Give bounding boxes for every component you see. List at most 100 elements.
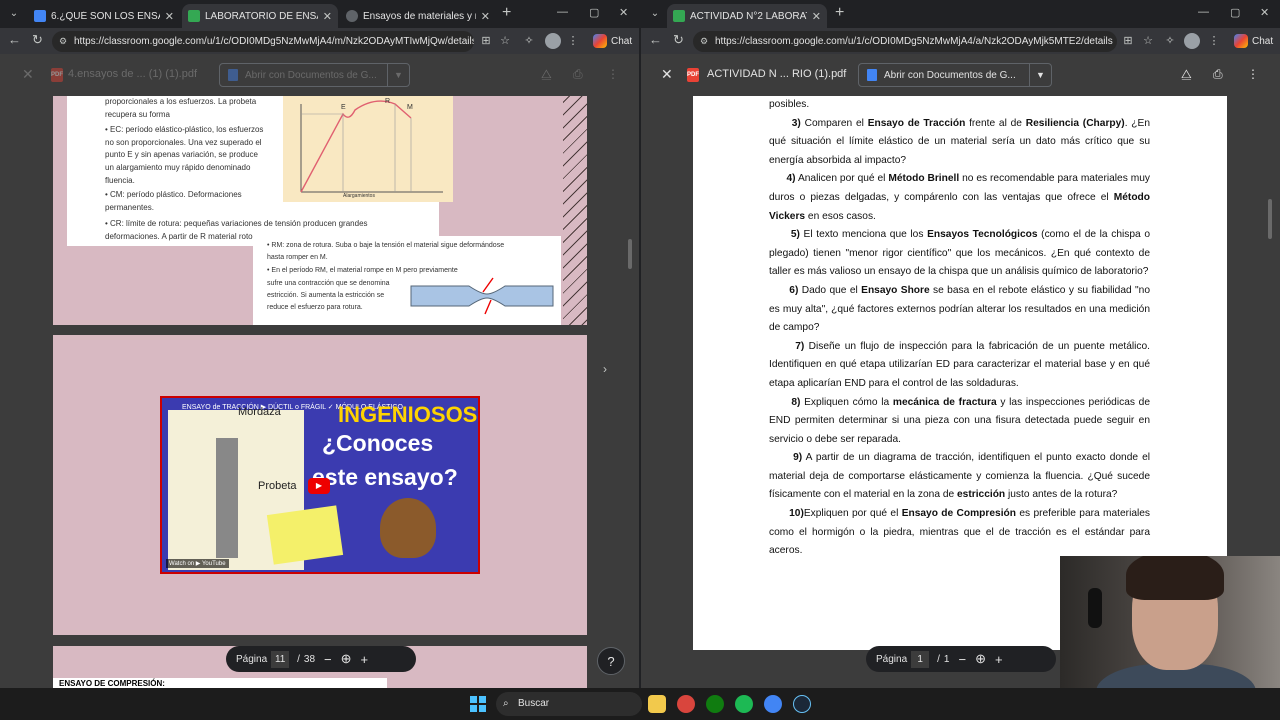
text-line: hasta romper en M. — [267, 254, 328, 262]
extensions-icon[interactable]: ✧ — [522, 34, 536, 48]
tab-strip: ⌄ ACTIVIDAD N°2 LABORATORIO DE ✕ + — ▢ ✕ — [641, 0, 1280, 28]
bookmark-star-icon[interactable]: ☆ — [1141, 34, 1155, 48]
steam-icon[interactable] — [793, 695, 811, 713]
file-explorer-icon[interactable] — [648, 695, 666, 713]
reload-icon[interactable]: ↻ — [32, 32, 43, 48]
text-line: fluencia. — [105, 175, 135, 185]
chat-label: Chat — [611, 35, 633, 47]
zoom-in-icon[interactable]: + — [995, 652, 1003, 667]
q-bold: Resiliencia (Charpy) — [1025, 117, 1125, 129]
zoom-out-icon[interactable]: − — [324, 652, 332, 667]
play-icon[interactable]: ▶ — [308, 478, 330, 494]
back-icon[interactable]: ← — [649, 32, 662, 47]
install-app-icon[interactable]: ⊞ — [479, 34, 493, 48]
text-line: no son proporcionales. Una vez superado … — [105, 137, 262, 147]
page-total: 38 — [303, 653, 316, 665]
viewer-toolbar: ✕ PDF ACTIVIDAD N ... RIO (1).pdf Abrir … — [641, 54, 1280, 96]
classroom-favicon-icon — [34, 10, 46, 22]
address-bar[interactable]: ⚙ https://classroom.google.com/u/1/c/ODI… — [52, 31, 474, 52]
tab-title: 6.¿QUÉ SON LOS ENSAYOS NO D — [51, 10, 160, 22]
tab-ensayos-no-destructivos[interactable]: 6.¿QUÉ SON LOS ENSAYOS NO D ✕ — [28, 4, 180, 28]
q-text: Dado que el — [801, 284, 862, 296]
gemini-chat-button[interactable]: Chat — [1234, 31, 1273, 51]
page-total: 1 — [943, 653, 950, 665]
open-with-docs-button[interactable]: Abrir con Documentos de G... ▼ — [219, 63, 410, 87]
tab-title: ACTIVIDAD N°2 LABORATORIO DE — [690, 10, 807, 22]
text-line: un alargamiento muy rápido denominado — [105, 162, 251, 172]
help-icon[interactable]: ? — [597, 647, 625, 675]
menu-kebab-icon[interactable]: ⋮ — [566, 34, 580, 48]
open-with-dropdown-icon[interactable]: ▼ — [1029, 64, 1051, 86]
drive-add-icon[interactable]: ⧋ — [541, 67, 552, 82]
maximize-icon[interactable]: ▢ — [1230, 6, 1240, 19]
new-tab-icon[interactable]: + — [835, 4, 844, 22]
more-options-icon[interactable]: ⋮ — [607, 67, 619, 81]
text-line: proporcionales a los esfuerzos. La probe… — [105, 97, 257, 106]
q-bold: Método Brinell — [888, 173, 960, 185]
minimize-icon[interactable]: — — [557, 6, 568, 18]
windows-start-icon[interactable] — [470, 696, 486, 712]
chevron-right-icon[interactable]: › — [603, 362, 617, 376]
spotify-icon[interactable] — [735, 695, 753, 713]
profile-avatar[interactable] — [1184, 33, 1200, 49]
zoom-in-icon[interactable]: + — [361, 652, 369, 667]
search-label: Buscar — [518, 698, 550, 709]
more-options-icon[interactable]: ⋮ — [1247, 67, 1259, 81]
q-text: Comparen el — [804, 117, 868, 129]
pdf-title: ACTIVIDAD N ... RIO (1).pdf — [707, 68, 847, 80]
gemini-chat-button[interactable]: Chat — [593, 31, 632, 51]
print-icon[interactable]: ⎙ — [1213, 67, 1223, 82]
print-icon[interactable]: ⎙ — [573, 67, 583, 82]
bookmark-star-icon[interactable]: ☆ — [498, 34, 512, 48]
tab-ensayos-materiales[interactable]: Ensayos de materiales y métodos ✕ — [340, 4, 496, 28]
pdf-file-icon: PDF — [687, 68, 699, 82]
open-with-docs-button[interactable]: Abrir con Documentos de G... ▼ — [858, 63, 1052, 87]
tab-actividad-laboratorio[interactable]: ACTIVIDAD N°2 LABORATORIO DE ✕ — [667, 4, 827, 28]
tab-close-icon[interactable]: ✕ — [481, 10, 490, 23]
tab-laboratorio-ensayos[interactable]: LABORATORIO DE ENSAYOS INDU ✕ — [182, 4, 338, 28]
tab-close-icon[interactable]: ✕ — [323, 10, 332, 23]
new-tab-icon[interactable]: + — [502, 4, 511, 22]
extensions-icon[interactable]: ✧ — [1163, 34, 1177, 48]
maximize-icon[interactable]: ▢ — [589, 6, 599, 19]
open-with-dropdown-icon[interactable]: ▼ — [387, 64, 409, 86]
youtube-embed[interactable]: ENSAYO de TRACCIÓN ▶ DÚCTIL o FRÁGIL ✓ M… — [160, 396, 480, 574]
drive-add-icon[interactable]: ⧋ — [1181, 67, 1192, 82]
tab-search-icon[interactable]: ⌄ — [6, 6, 22, 22]
watch-on-youtube-link[interactable]: Watch on ▶ YouTube — [166, 559, 229, 568]
tab-search-icon[interactable]: ⌄ — [647, 6, 663, 22]
minimize-icon[interactable]: — — [1198, 6, 1209, 18]
taskbar-search[interactable]: ⌕ Buscar — [496, 692, 642, 716]
reload-icon[interactable]: ↻ — [673, 32, 684, 48]
close-window-icon[interactable]: ✕ — [1260, 6, 1269, 19]
viewer-close-icon[interactable]: ✕ — [661, 66, 673, 83]
xbox-icon[interactable] — [706, 695, 724, 713]
zoom-fit-icon[interactable]: ⊕ — [341, 651, 352, 667]
gemini-icon — [1234, 34, 1248, 48]
address-bar[interactable]: ⚙ https://classroom.google.com/u/1/c/ODI… — [693, 31, 1117, 52]
chart-label-m: M — [407, 104, 413, 111]
video-headline-2: este ensayo? — [312, 464, 458, 490]
page-number-input[interactable]: 11 — [271, 650, 290, 668]
menu-kebab-icon[interactable]: ⋮ — [1207, 34, 1221, 48]
scrollbar-thumb[interactable] — [1268, 199, 1272, 239]
profile-avatar[interactable] — [545, 33, 561, 49]
zoom-fit-icon[interactable]: ⊕ — [975, 651, 986, 667]
question-3: 3) Comparen el Ensayo de Tracción frente… — [769, 115, 1150, 171]
questions-text: posibles. 3) Comparen el Ensayo de Tracc… — [769, 96, 1150, 561]
back-icon[interactable]: ← — [8, 32, 21, 47]
site-info-icon[interactable]: ⚙ — [59, 31, 67, 52]
label-mordaza: Mordaza — [238, 406, 281, 418]
viewer-close-icon[interactable]: ✕ — [22, 66, 34, 83]
url-text: https://classroom.google.com/u/1/c/ODI0M… — [715, 36, 1113, 47]
tab-close-icon[interactable]: ✕ — [812, 10, 821, 23]
app-red-icon[interactable] — [677, 695, 695, 713]
page-number-input[interactable]: 1 — [911, 650, 930, 668]
scrollbar-thumb[interactable] — [628, 239, 632, 269]
tab-close-icon[interactable]: ✕ — [165, 10, 174, 23]
zoom-out-icon[interactable]: − — [958, 652, 966, 667]
close-window-icon[interactable]: ✕ — [619, 6, 628, 19]
install-app-icon[interactable]: ⊞ — [1121, 34, 1135, 48]
chrome-icon[interactable] — [764, 695, 782, 713]
site-info-icon[interactable]: ⚙ — [700, 31, 708, 52]
